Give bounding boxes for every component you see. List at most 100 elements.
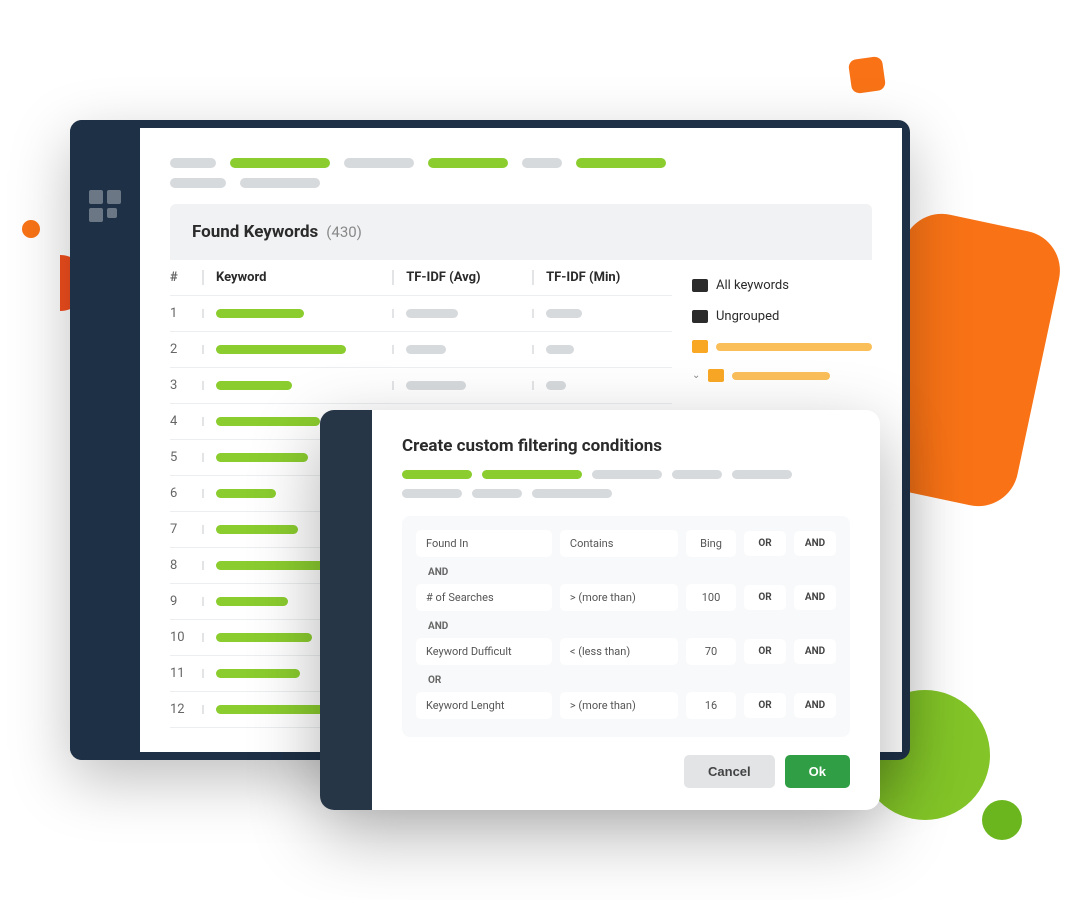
table-row[interactable]: 3 [170, 368, 672, 404]
row-number: 9 [170, 594, 202, 609]
placeholder-pill [170, 178, 226, 188]
placeholder-pill [732, 470, 792, 479]
row-number: 7 [170, 522, 202, 537]
dashboard-icon[interactable] [89, 190, 121, 222]
keyword-bar [216, 381, 292, 390]
condition-connector: OR [416, 669, 836, 692]
row-number: 8 [170, 558, 202, 573]
folder-icon [692, 340, 708, 353]
row-number: 4 [170, 414, 202, 429]
group-placeholder-bar [732, 372, 830, 380]
condition-row: # of Searches > (more than) 100 OR AND [416, 584, 836, 611]
keyword-bar [216, 561, 332, 570]
condition-value-input[interactable]: Bing [686, 530, 736, 557]
col-tfidf-min-header[interactable]: TF-IDF (Min) [532, 270, 672, 285]
logic-or-button[interactable]: OR [744, 585, 786, 610]
ok-button[interactable]: Ok [785, 755, 850, 788]
keyword-bar [216, 489, 276, 498]
placeholder-pill [402, 489, 462, 498]
group-ungrouped[interactable]: Ungrouped [692, 301, 872, 332]
logic-and-button[interactable]: AND [794, 585, 836, 610]
placeholder-pill [240, 178, 320, 188]
condition-field-select[interactable]: Keyword Lenght [416, 692, 552, 719]
placeholder-pill [592, 470, 662, 479]
condition-operator-select[interactable]: < (less than) [560, 638, 678, 665]
group-label: Ungrouped [716, 309, 779, 324]
keyword-bar [216, 453, 308, 462]
row-number: 12 [170, 702, 202, 717]
group-all-keywords[interactable]: All keywords [692, 270, 872, 301]
modal-title: Create custom filtering conditions [402, 436, 850, 456]
folder-icon [708, 369, 724, 382]
conditions-panel: Found InContainsBingORANDAND# of Searche… [402, 516, 850, 737]
keyword-bar [216, 669, 300, 678]
keyword-cell [202, 309, 392, 318]
placeholder-pill [522, 158, 562, 168]
condition-row: Keyword Lenght > (more than) 16 OR AND [416, 692, 836, 719]
condition-row: Found In Contains Bing OR AND [416, 530, 836, 557]
placeholder-pill [576, 158, 666, 168]
placeholder-pill [170, 158, 216, 168]
decorative-dot-orange [22, 220, 40, 238]
placeholder-pill [230, 158, 330, 168]
condition-value-input[interactable]: 100 [686, 584, 736, 611]
col-keyword-header[interactable]: Keyword [202, 270, 392, 285]
placeholder-pill [532, 489, 612, 498]
breadcrumb-row-1 [170, 158, 872, 168]
tfidf-min-cell [532, 381, 672, 390]
table-row[interactable]: 2 [170, 332, 672, 368]
main-sidebar [70, 120, 140, 760]
panel-title: Found Keywords [192, 222, 318, 242]
group-custom-2[interactable]: ⌄ [692, 361, 872, 390]
keyword-bar [216, 309, 304, 318]
decorative-square-orange [848, 56, 886, 94]
logic-or-button[interactable]: OR [744, 531, 786, 556]
condition-field-select[interactable]: Found In [416, 530, 552, 557]
tfidf-avg-cell [392, 309, 532, 318]
row-number: 1 [170, 306, 202, 321]
tfidf-min-cell [532, 309, 672, 318]
panel-count: (430) [326, 223, 362, 241]
condition-field-select[interactable]: # of Searches [416, 584, 552, 611]
logic-and-button[interactable]: AND [794, 693, 836, 718]
condition-operator-select[interactable]: Contains [560, 530, 678, 557]
decorative-circle-green-small [982, 800, 1022, 840]
chevron-down-icon: ⌄ [692, 370, 700, 381]
tfidf-min-cell [532, 345, 672, 354]
placeholder-pill [428, 158, 508, 168]
value-bar [406, 345, 446, 354]
table-header-row: # Keyword TF-IDF (Avg) TF-IDF (Min) [170, 260, 672, 296]
row-number: 5 [170, 450, 202, 465]
condition-operator-select[interactable]: > (more than) [560, 692, 678, 719]
table-row[interactable]: 1 [170, 296, 672, 332]
filter-modal: Create custom filtering conditions Found… [320, 410, 880, 810]
panel-header: Found Keywords (430) [170, 204, 872, 260]
value-bar [546, 309, 582, 318]
cancel-button[interactable]: Cancel [684, 755, 775, 788]
keyword-bar [216, 705, 324, 714]
row-number: 6 [170, 486, 202, 501]
breadcrumb-row-2 [170, 178, 872, 188]
keyword-cell [202, 345, 392, 354]
condition-value-input[interactable]: 70 [686, 638, 736, 665]
tfidf-avg-cell [392, 345, 532, 354]
keyword-bar [216, 633, 312, 642]
keyword-cell [202, 381, 392, 390]
condition-field-select[interactable]: Keyword Dufficult [416, 638, 552, 665]
value-bar [406, 381, 466, 390]
folder-icon [692, 310, 708, 323]
value-bar [406, 309, 458, 318]
condition-connector: AND [416, 615, 836, 638]
logic-or-button[interactable]: OR [744, 639, 786, 664]
placeholder-pill [482, 470, 582, 479]
logic-and-button[interactable]: AND [794, 531, 836, 556]
logic-or-button[interactable]: OR [744, 693, 786, 718]
group-custom-1[interactable] [692, 332, 872, 361]
condition-operator-select[interactable]: > (more than) [560, 584, 678, 611]
col-tfidf-avg-header[interactable]: TF-IDF (Avg) [392, 270, 532, 285]
condition-value-input[interactable]: 16 [686, 692, 736, 719]
group-label: All keywords [716, 278, 789, 293]
placeholder-pill [472, 489, 522, 498]
logic-and-button[interactable]: AND [794, 639, 836, 664]
group-placeholder-bar [716, 343, 872, 351]
